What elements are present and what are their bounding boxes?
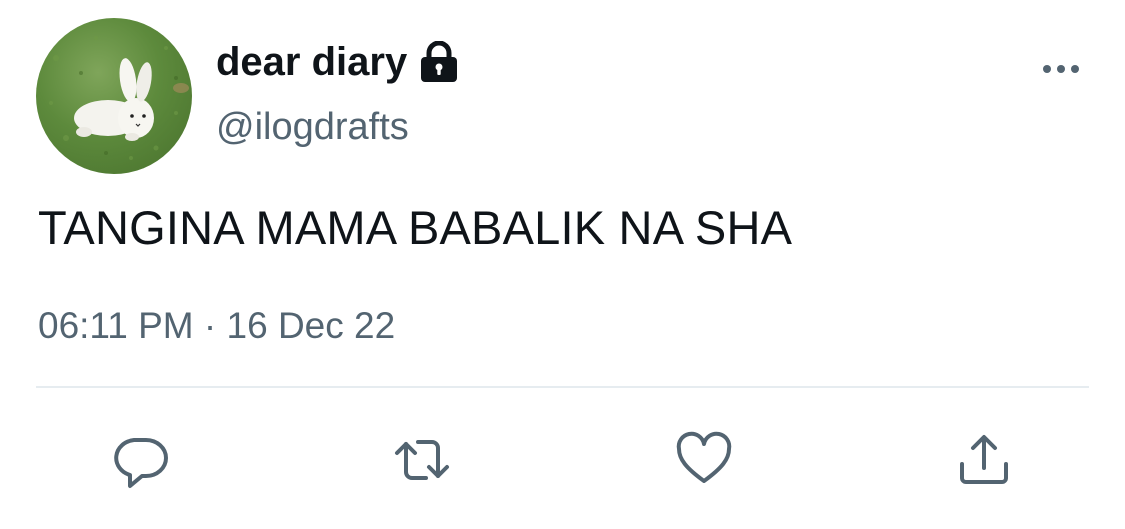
avatar[interactable] xyxy=(36,18,192,174)
retweet-button[interactable] xyxy=(392,430,452,490)
more-options-icon[interactable] xyxy=(1040,56,1082,82)
heart-icon xyxy=(676,431,732,483)
like-button[interactable] xyxy=(674,430,734,490)
share-button[interactable] xyxy=(954,430,1014,490)
display-name[interactable]: dear diary xyxy=(216,40,407,85)
tweet-text: TANGINA MAMA BABALIK NA SHA xyxy=(38,201,793,254)
lock-icon xyxy=(421,41,458,82)
tweet-timestamp[interactable]: 06:11 PM · 16 Dec 22 xyxy=(38,305,395,347)
share-upload-icon xyxy=(960,435,1008,484)
user-handle[interactable]: @ilogdrafts xyxy=(216,106,409,149)
bunny-avatar-image xyxy=(49,36,189,160)
display-name-row[interactable]: dear diary xyxy=(216,38,459,86)
retweet-arrows-icon xyxy=(395,440,449,480)
divider xyxy=(36,386,1089,388)
speech-bubble-icon xyxy=(114,438,168,488)
reply-button[interactable] xyxy=(110,430,170,490)
